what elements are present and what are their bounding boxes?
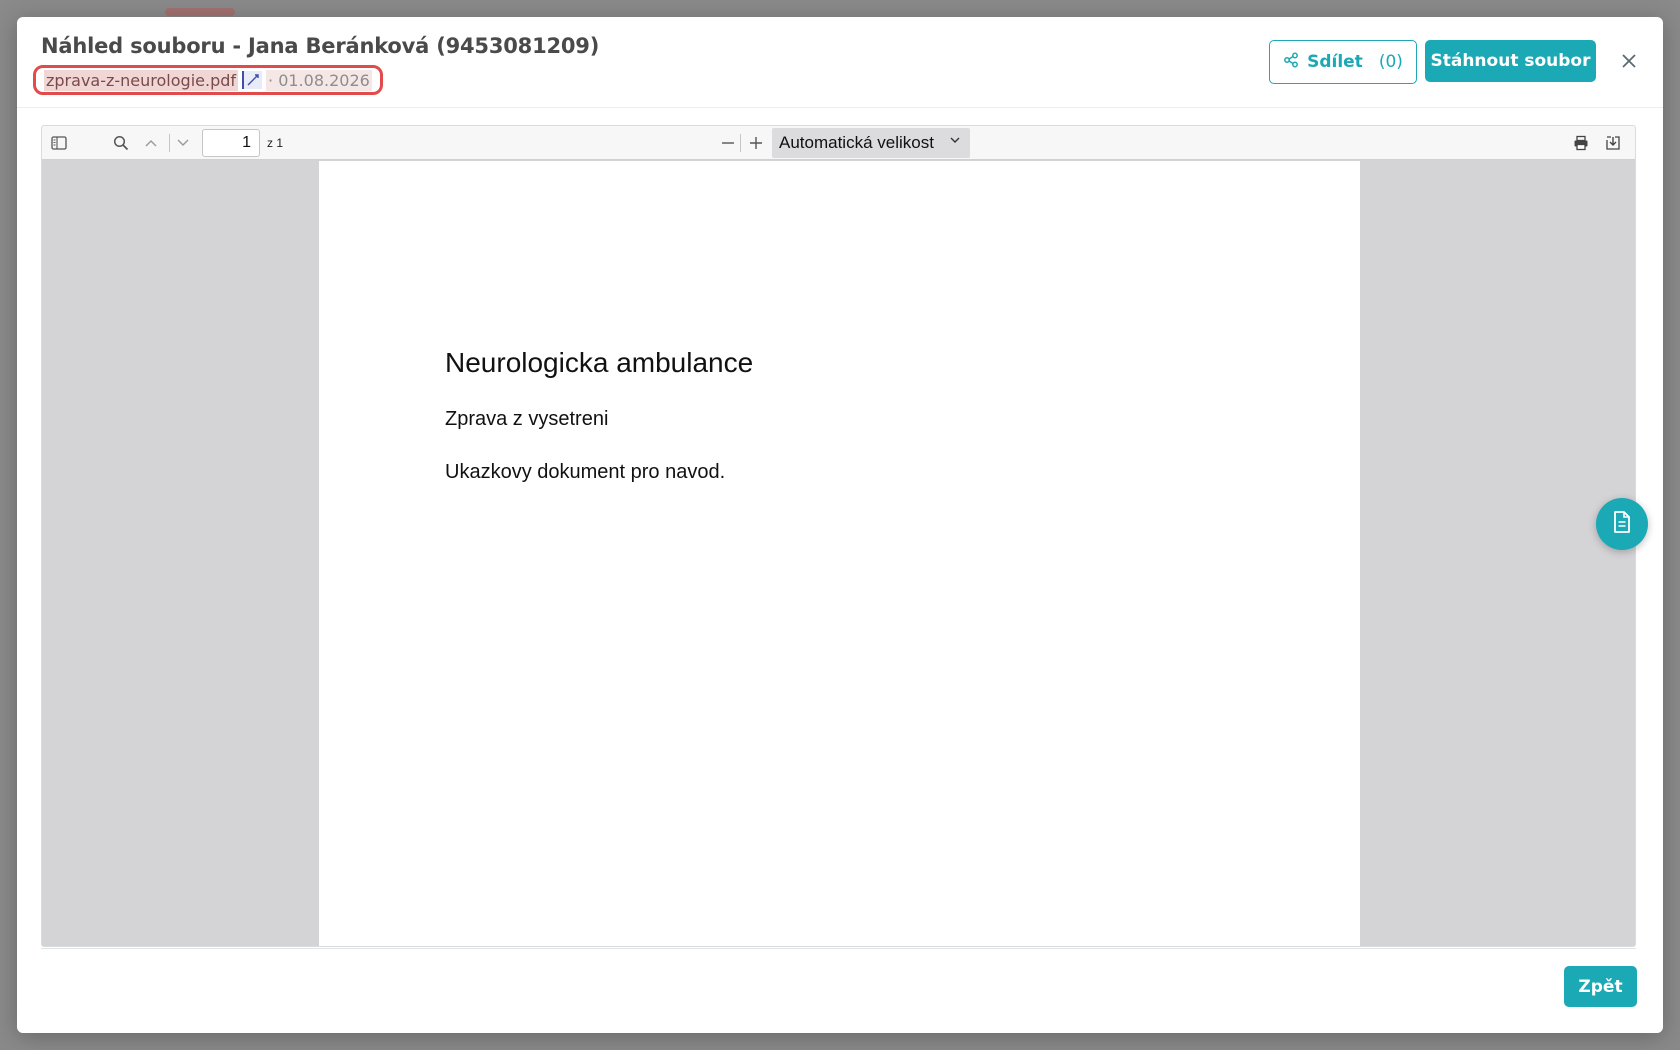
chevron-down-icon [949, 134, 961, 149]
backdrop-element [165, 8, 235, 16]
search-icon[interactable] [112, 134, 130, 152]
sidebar-toggle-icon[interactable] [50, 134, 68, 152]
edit-icon[interactable] [242, 71, 263, 89]
file-date: · 01.08.2026 [266, 69, 372, 91]
previous-page-icon[interactable] [142, 134, 160, 152]
toolbar-separator [169, 134, 170, 152]
minus-icon[interactable] [719, 134, 737, 152]
file-meta: zprava-z-neurologie.pdf · 01.08.2026 [33, 65, 383, 95]
pdf-toolbar: z 1 Automatická velikost [42, 126, 1635, 160]
file-preview-modal: Náhled souboru - Jana Beránková (9453081… [17, 17, 1663, 1033]
share-count: (0) [1378, 52, 1403, 72]
share-label: Sdílet [1307, 52, 1363, 72]
page-number-input[interactable] [202, 129, 260, 157]
document-icon [1611, 510, 1633, 539]
toolbar-separator [740, 134, 741, 152]
zoom-select[interactable]: Automatická velikost [772, 128, 970, 158]
modal-title: Náhled souboru - Jana Beránková (9453081… [41, 34, 600, 58]
pdf-viewer: z 1 Automatická velikost Neurol [41, 125, 1636, 947]
plus-icon[interactable] [747, 134, 765, 152]
save-icon[interactable] [1604, 134, 1622, 152]
footer-divider [41, 948, 1636, 949]
document-subtitle: Zprava z vysetreni [445, 408, 609, 430]
next-page-icon[interactable] [174, 134, 192, 152]
pdf-page: Neurologicka ambulance Zprava z vysetren… [319, 161, 1360, 946]
print-icon[interactable] [1572, 134, 1590, 152]
close-icon[interactable] [1615, 47, 1643, 75]
document-text: Ukazkovy dokument pro navod. [445, 461, 726, 483]
download-button[interactable]: Stáhnout soubor [1425, 40, 1596, 82]
back-button[interactable]: Zpět [1564, 966, 1637, 1007]
page-count: z 1 [267, 136, 284, 150]
document-heading: Neurologicka ambulance [445, 347, 754, 378]
zoom-select-label: Automatická velikost [779, 133, 934, 152]
share-icon [1283, 52, 1299, 73]
share-button[interactable]: Sdílet (0) [1269, 40, 1417, 84]
file-name[interactable]: zprava-z-neurologie.pdf [44, 69, 239, 91]
document-fab-button[interactable] [1596, 498, 1648, 550]
modal-header: Náhled souboru - Jana Beránková (9453081… [17, 17, 1663, 108]
